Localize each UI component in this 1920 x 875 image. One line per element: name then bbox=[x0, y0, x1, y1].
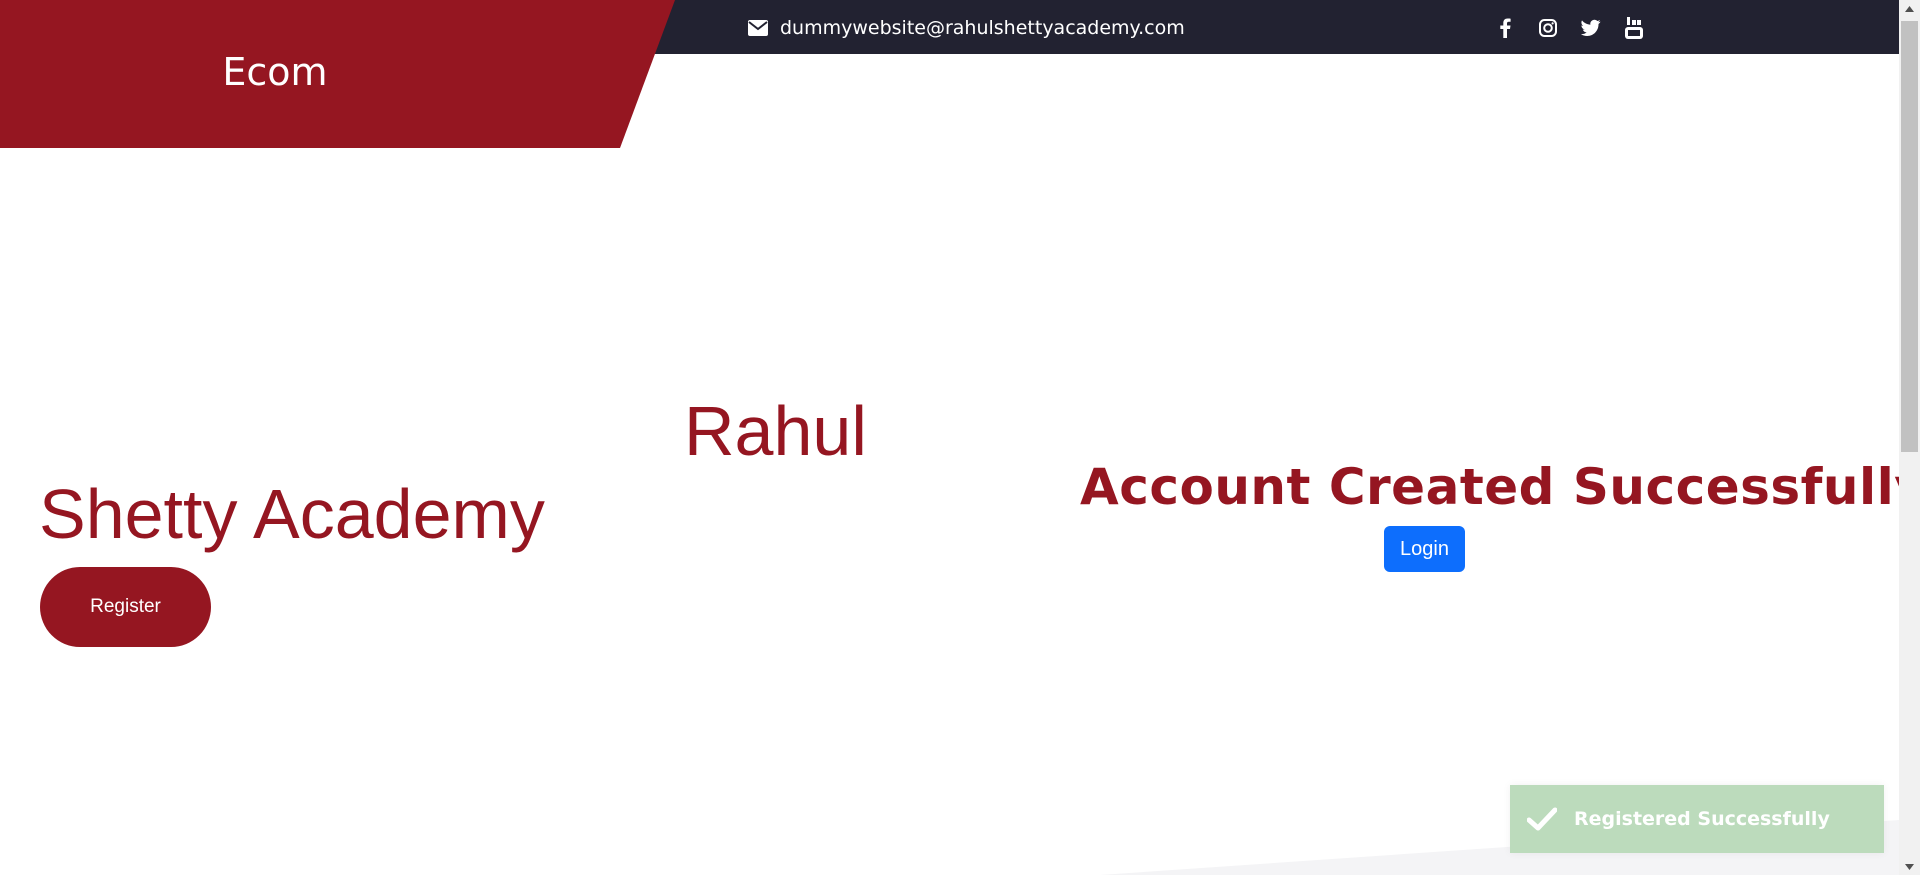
facebook-icon[interactable] bbox=[1494, 17, 1516, 39]
instagram-icon[interactable] bbox=[1537, 17, 1559, 39]
social-links bbox=[1494, 15, 1666, 41]
email-text: dummywebsite@rahulshettyacademy.com bbox=[780, 17, 1185, 39]
brand-logo[interactable]: Ecom bbox=[0, 50, 550, 94]
brand-banner: Ecom bbox=[0, 0, 675, 148]
scrollbar-thumb[interactable] bbox=[1901, 21, 1918, 452]
envelope-icon bbox=[748, 20, 768, 36]
page: dummywebsite@rahulshettyacademy.com Ecom… bbox=[0, 0, 1920, 875]
scroll-down-arrow-icon[interactable] bbox=[1899, 858, 1920, 875]
scroll-up-arrow-icon[interactable] bbox=[1899, 0, 1920, 17]
login-button[interactable]: Login bbox=[1384, 526, 1465, 572]
hero-title-line2: Shetty Academy bbox=[39, 475, 545, 553]
vertical-scrollbar[interactable] bbox=[1899, 0, 1920, 875]
youtube-icon[interactable] bbox=[1623, 17, 1645, 39]
check-icon bbox=[1526, 803, 1558, 835]
toast-message: Registered Successfully bbox=[1574, 808, 1830, 830]
twitter-icon[interactable] bbox=[1580, 17, 1602, 39]
hero-title-line1: Rahul bbox=[684, 392, 867, 470]
account-created-heading: Account Created Successfully bbox=[1080, 458, 1920, 516]
register-button[interactable]: Register bbox=[40, 567, 211, 647]
contact-email: dummywebsite@rahulshettyacademy.com bbox=[748, 15, 1185, 41]
toast-notification[interactable]: Registered Successfully bbox=[1510, 785, 1884, 853]
